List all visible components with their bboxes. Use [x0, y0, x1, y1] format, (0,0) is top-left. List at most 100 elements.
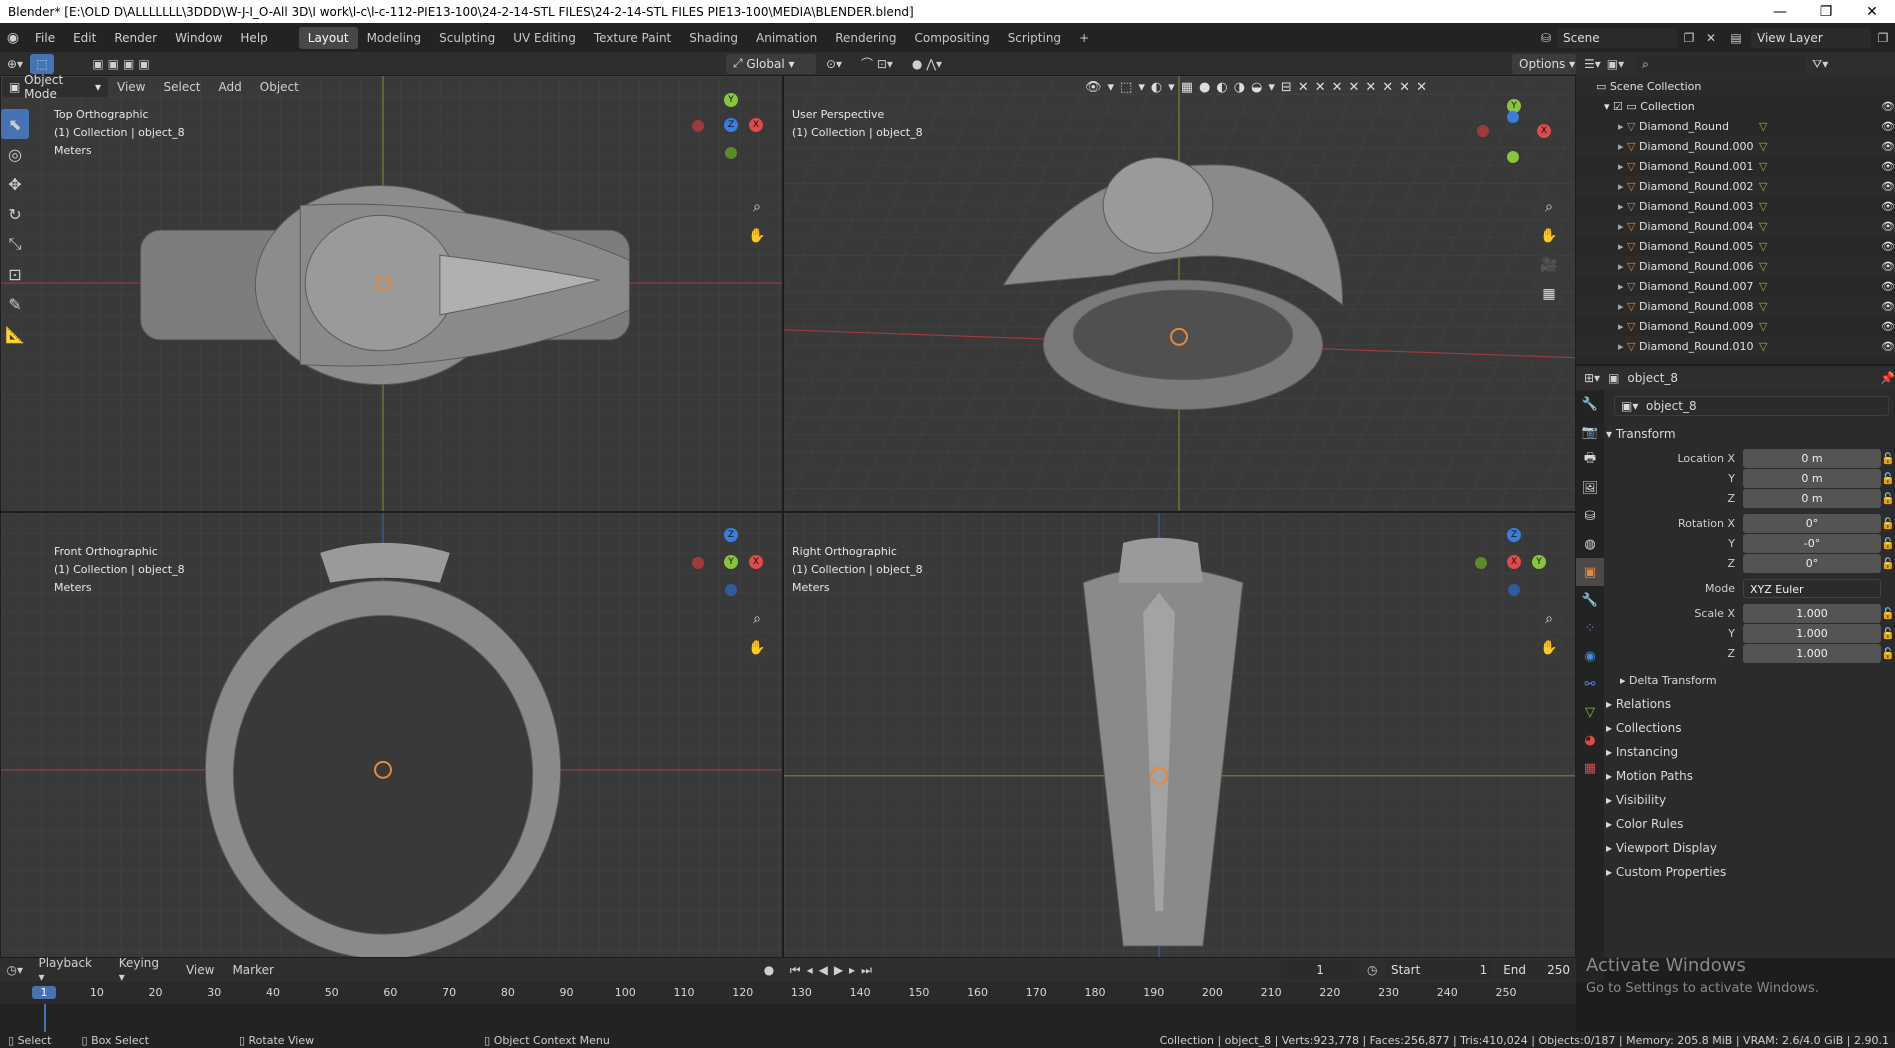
tab-animation[interactable]: Animation	[747, 27, 826, 49]
gizmo-y[interactable]: Y	[1532, 555, 1546, 569]
expand-icon[interactable]: ▸	[1618, 200, 1627, 213]
tab-shading[interactable]: Shading	[680, 27, 747, 49]
visibility-icon[interactable]: 👁▾	[1085, 80, 1120, 95]
cursor-icon[interactable]: ◎	[1, 139, 29, 169]
eye-icon[interactable]: 👁	[1881, 220, 1895, 233]
menu-add[interactable]: Add	[210, 80, 251, 94]
view-layer-tab-icon[interactable]: 🖼	[1576, 474, 1604, 502]
marker-menu[interactable]: Marker	[223, 963, 282, 977]
rotation-y-field[interactable]: -0°	[1743, 534, 1881, 553]
annotate-icon[interactable]: ✎	[1, 289, 29, 319]
location-z-field[interactable]: 0 m	[1743, 489, 1881, 508]
eye-icon[interactable]: 👁	[1881, 200, 1895, 213]
output-tab-icon[interactable]: 🖶	[1576, 446, 1604, 474]
menu-window[interactable]: Window	[166, 31, 231, 45]
tab-compositing[interactable]: Compositing	[905, 27, 998, 49]
lock-icon[interactable]: 🔓	[1881, 492, 1895, 505]
lock-icon[interactable]: 🔓	[1881, 647, 1895, 660]
select-box-icon[interactable]: ⬉	[1, 109, 29, 139]
timeline-editor-icon[interactable]: ◷▾	[0, 963, 29, 977]
expand-icon[interactable]: ▸	[1618, 180, 1627, 193]
move-icon[interactable]: ✥	[1, 169, 29, 199]
menu-file[interactable]: File	[26, 31, 64, 45]
gizmo-neg-y[interactable]	[725, 147, 737, 159]
expand-icon[interactable]: ▸	[1618, 220, 1627, 233]
outliner-object-row[interactable]: ▸ ▽ Diamond_Round.006 ▽ 👁	[1576, 256, 1895, 276]
properties-section-header[interactable]: ▸ Instancing	[1606, 740, 1895, 764]
properties-section-header[interactable]: ▸ Relations	[1606, 692, 1895, 716]
gizmo-x[interactable]: X	[1537, 124, 1551, 138]
rotate-icon[interactable]: ↻	[1, 199, 29, 229]
object-tab-icon[interactable]: ▣	[1576, 558, 1604, 586]
mesh-data-icon[interactable]: ▽	[1759, 320, 1767, 333]
texture-tab-icon[interactable]: ▦	[1576, 754, 1604, 782]
world-tab-icon[interactable]: ◍	[1576, 530, 1604, 558]
playback-controls-icon[interactable]: ⏮◂◀▶▸⏭	[780, 963, 888, 978]
modifier-tab-icon[interactable]: 🔧	[1576, 586, 1604, 614]
expand-icon[interactable]: ▸	[1618, 300, 1627, 313]
clock-icon[interactable]: ◷	[1359, 963, 1385, 977]
navigation-gizmo[interactable]: Y X	[1474, 91, 1554, 171]
zoom-icon[interactable]: ⌕	[1536, 606, 1562, 632]
mesh-data-icon[interactable]: ▽	[1759, 200, 1767, 213]
menu-render[interactable]: Render	[105, 31, 166, 45]
orientation-dropdown[interactable]: ⤢ Global ▾	[726, 53, 816, 74]
scale-icon[interactable]: ⤡	[1, 229, 29, 259]
end-frame-field[interactable]: End 250	[1497, 960, 1576, 980]
eye-icon[interactable]: 👁	[1881, 120, 1895, 133]
gizmo-neg-x[interactable]	[692, 120, 704, 132]
pan-hand-icon[interactable]: ✋	[744, 635, 770, 661]
close-button[interactable]: ✕	[1849, 4, 1895, 20]
current-frame-field[interactable]: 1	[1280, 960, 1360, 980]
pin-icon[interactable]: 📌	[1880, 371, 1895, 385]
gizmo-z[interactable]: Z	[724, 528, 738, 542]
keying-menu[interactable]: Keying ▾	[110, 956, 177, 984]
gizmo-z[interactable]	[1507, 111, 1519, 123]
eye-icon[interactable]: 👁	[1881, 180, 1895, 193]
menu-object[interactable]: Object	[251, 80, 308, 94]
mesh-data-icon[interactable]: ▽	[1759, 140, 1767, 153]
rotation-x-field[interactable]: 0°	[1743, 514, 1881, 533]
tab-sculpting[interactable]: Sculpting	[430, 27, 504, 49]
mesh-data-icon[interactable]: ▽	[1759, 220, 1767, 233]
gizmo-z[interactable]: Z	[724, 118, 738, 132]
playhead[interactable]	[44, 1004, 46, 1032]
navigation-gizmo[interactable]: Z X Y	[1474, 528, 1554, 608]
tab-uv-editing[interactable]: UV Editing	[504, 27, 585, 49]
mesh-data-icon[interactable]: ▽	[1759, 280, 1767, 293]
zoom-icon[interactable]: ⌕	[1536, 194, 1562, 220]
display-mode-icon[interactable]: ▣▾	[1607, 57, 1624, 71]
start-frame-field[interactable]: Start 1	[1384, 960, 1494, 980]
navigation-gizmo[interactable]: Z Y X	[691, 528, 771, 608]
delete-scene-icon[interactable]: ✕	[1701, 31, 1721, 45]
shading-solid-icon[interactable]: ●◐◑◒▾	[1199, 80, 1281, 95]
gizmo-x[interactable]: X	[749, 118, 763, 132]
playback-menu[interactable]: Playback ▾	[29, 956, 109, 984]
viewport-front[interactable]: Front Orthographic (1) Collection | obje…	[0, 512, 783, 958]
view-layer-icon[interactable]: ▤	[1721, 31, 1751, 45]
outliner-search[interactable]: ⌕	[1636, 54, 1807, 74]
eye-icon[interactable]: 👁	[1881, 260, 1895, 273]
lock-icon[interactable]: 🔓	[1881, 627, 1895, 640]
viewport-right[interactable]: Right Orthographic (1) Collection | obje…	[783, 512, 1576, 958]
xray-icon[interactable]: ▦	[1181, 80, 1199, 95]
lock-icon[interactable]: 🔓	[1881, 537, 1895, 550]
lock-icon[interactable]: 🔓	[1881, 472, 1895, 485]
location-x-field[interactable]: 0 m	[1743, 449, 1881, 468]
new-scene-icon[interactable]: ❐	[1677, 31, 1701, 45]
tab-layout[interactable]: Layout	[298, 26, 358, 49]
properties-section-header[interactable]: ▸ Custom Properties	[1606, 860, 1895, 884]
scene-field[interactable]: Scene	[1557, 27, 1677, 48]
properties-editor-icon[interactable]: ⊞▾	[1584, 371, 1600, 385]
properties-section-header[interactable]: ▸ Motion Paths	[1606, 764, 1895, 788]
mesh-data-icon[interactable]: ▽	[1759, 120, 1767, 133]
lock-icon[interactable]: 🔓	[1881, 607, 1895, 620]
object-name-field[interactable]: ▣▾ object_8	[1614, 396, 1889, 416]
scene-collection-row[interactable]: ▭ Scene Collection	[1576, 76, 1895, 96]
frame-ruler[interactable]: 1 10 20 30 40 50 60 70 80 90 100 110 120 130 140 150 160…	[0, 982, 1576, 1004]
outliner-object-row[interactable]: ▸ ▽ Diamond_Round.001 ▽ 👁	[1576, 156, 1895, 176]
expand-icon[interactable]: ▸	[1618, 240, 1627, 253]
scale-y-field[interactable]: 1.000	[1743, 624, 1881, 643]
camera-icon[interactable]: 🎥	[1536, 252, 1562, 278]
viewport-perspective[interactable]: User Perspective (1) Collection | object…	[783, 75, 1576, 512]
